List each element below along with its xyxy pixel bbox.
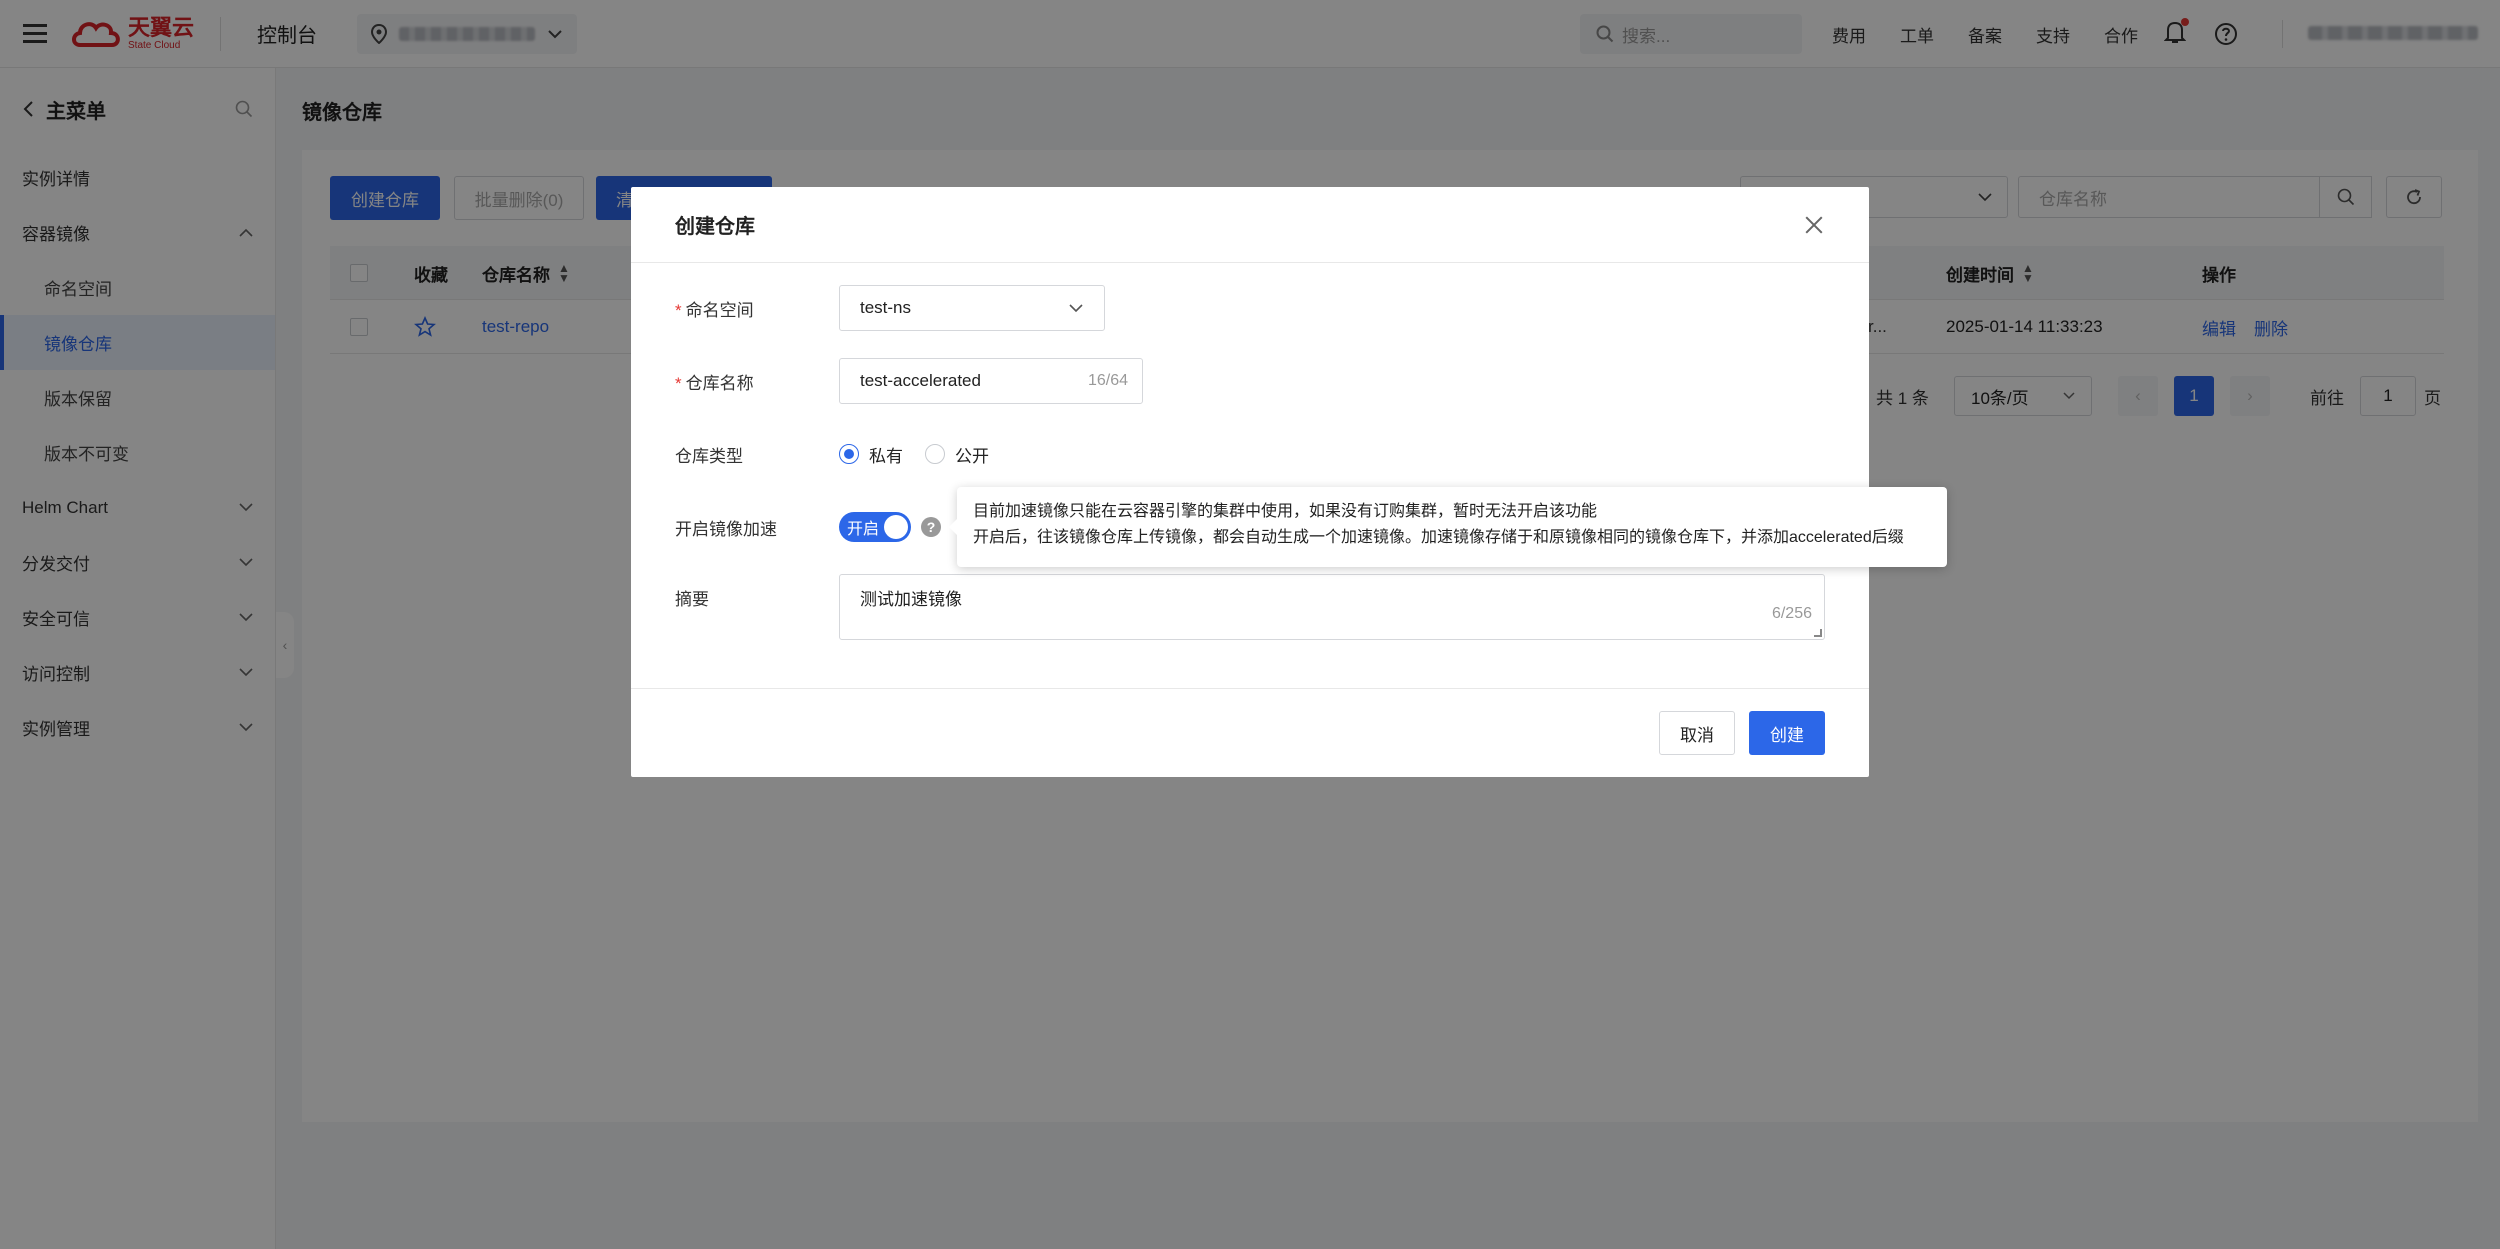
switch-knob [884,515,908,539]
char-count: 16/64 [1087,372,1128,389]
summary-label: 摘要 [675,589,709,609]
dialog-title: 创建仓库 [675,216,755,238]
repo-name-input[interactable]: test-accelerated 16/64 [839,358,1143,404]
namespace-row: * 命名空间 test-ns [675,285,1105,331]
tooltip-line-2: 开启后，往该镜像仓库上传镜像，都会自动生成一个加速镜像。加速镜像存储于和原镜像相… [973,529,1904,546]
public-radio[interactable] [925,444,945,464]
create-button[interactable]: 创建 [1749,711,1825,755]
summary-textarea[interactable]: 测试加速镜像 6/256 [839,574,1825,640]
required-mark: * [675,300,682,320]
summary-value: 测试加速镜像 [860,590,962,609]
namespace-select[interactable]: test-ns [839,285,1105,331]
repo-type-label: 仓库类型 [675,446,743,466]
repo-name-value: test-accelerated [860,371,981,390]
accel-switch[interactable]: 开启 [839,512,911,542]
private-radio[interactable] [839,444,859,464]
char-count: 6/256 [1771,605,1812,622]
dialog-header: 创建仓库 [631,187,1869,263]
resize-handle[interactable] [1814,629,1822,637]
tooltip-line-1: 目前加速镜像只能在云容器引擎的集群中使用，如果没有订购集群，暂时无法开启该功能 [973,503,1598,520]
switch-label: 开启 [847,521,880,538]
repo-type-row: 仓库类型 私有 公开 [675,431,989,477]
accel-tooltip: 目前加速镜像只能在云容器引擎的集群中使用，如果没有订购集群，暂时无法开启该功能 … [949,487,1947,567]
namespace-label: 命名空间 [685,300,754,320]
help-icon[interactable]: ? [921,517,941,537]
close-icon[interactable] [1803,214,1825,236]
private-label[interactable]: 私有 [869,442,903,467]
namespace-value: test-ns [860,298,912,317]
repo-name-label: 仓库名称 [685,373,754,393]
chevron-down-icon [1069,304,1083,313]
accel-label: 开启镜像加速 [675,519,777,539]
public-label[interactable]: 公开 [955,442,989,467]
create-repo-dialog: 创建仓库 * 命名空间 test-ns * 仓库名称 test-accelerate… [631,187,1869,777]
accel-row: 开启镜像加速 开启 ? [675,504,941,550]
cancel-button[interactable]: 取消 [1659,711,1735,755]
repo-name-row: * 仓库名称 test-accelerated 16/64 [675,358,1143,404]
dialog-footer-divider [631,688,1869,689]
required-mark: * [675,373,682,393]
summary-row: 摘要 [675,574,839,620]
